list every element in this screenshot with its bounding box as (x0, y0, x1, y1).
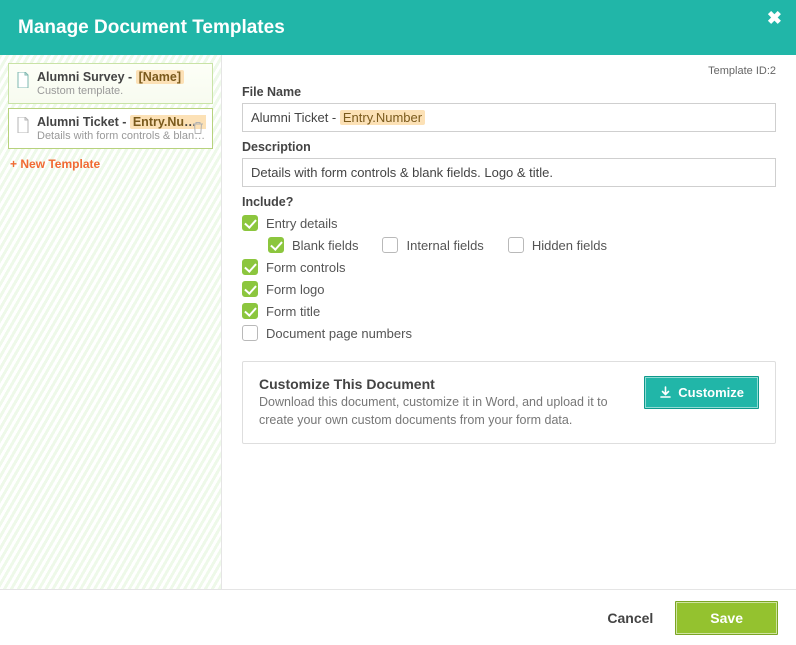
download-icon (659, 386, 672, 399)
main-panel: Template ID:2 File Name Alumni Ticket - … (222, 55, 796, 589)
template-item[interactable]: Alumni Ticket - Entry.Numb... Details wi… (8, 108, 213, 149)
close-icon[interactable]: ✖ (767, 8, 782, 29)
checkbox-entry-details[interactable] (242, 215, 258, 231)
file-name-input[interactable]: Alumni Ticket - Entry.Number (242, 103, 776, 132)
checkbox-blank-fields-label: Blank fields (292, 238, 358, 253)
checkbox-internal-fields-label: Internal fields (406, 238, 483, 253)
checkbox-hidden-fields[interactable] (508, 237, 524, 253)
checkbox-form-title[interactable] (242, 303, 258, 319)
checkbox-blank-fields[interactable] (268, 237, 284, 253)
template-item-subtitle: Details with form controls & blank fie..… (37, 130, 206, 142)
dialog-body: Alumni Survey - [Name] Custom template. … (0, 55, 796, 589)
template-sidebar: Alumni Survey - [Name] Custom template. … (0, 55, 222, 589)
template-item-subtitle: Custom template. (37, 85, 206, 97)
checkbox-row-form-title: Form title (242, 303, 776, 319)
customize-button[interactable]: Customize (644, 376, 759, 409)
dialog-footer: Cancel Save (0, 589, 796, 645)
description-label: Description (242, 140, 776, 154)
new-template-label: New Template (20, 157, 100, 171)
template-item-title: Alumni Ticket - Entry.Numb... (37, 115, 206, 129)
checkbox-form-logo-label: Form logo (266, 282, 325, 297)
checkbox-form-logo[interactable] (242, 281, 258, 297)
checkbox-form-controls-label: Form controls (266, 260, 345, 275)
checkbox-hidden-fields-label: Hidden fields (532, 238, 607, 253)
file-name-label: File Name (242, 85, 776, 99)
checkbox-entry-details-label: Entry details (266, 216, 338, 231)
customize-title: Customize This Document (259, 376, 630, 392)
delete-icon[interactable] (192, 121, 204, 135)
checkbox-page-numbers[interactable] (242, 325, 258, 341)
dialog-header: Manage Document Templates ✖ (0, 0, 796, 55)
customize-button-label: Customize (678, 385, 744, 400)
include-label: Include? (242, 195, 776, 209)
customize-text: Customize This Document Download this do… (259, 376, 630, 429)
template-item[interactable]: Alumni Survey - [Name] Custom template. (8, 63, 213, 104)
dialog-title: Manage Document Templates (18, 17, 285, 39)
checkbox-form-controls[interactable] (242, 259, 258, 275)
plus-icon: + (10, 157, 17, 171)
cancel-button[interactable]: Cancel (603, 602, 657, 634)
new-template-button[interactable]: + New Template (8, 153, 213, 175)
customize-description: Download this document, customize it in … (259, 394, 630, 429)
checkbox-row-entry-details: Entry details (242, 215, 776, 231)
save-button[interactable]: Save (675, 601, 778, 635)
include-options: Entry details Blank fields Internal fiel… (242, 215, 776, 341)
checkbox-subrow: Blank fields Internal fields Hidden fiel… (268, 237, 776, 253)
document-icon (16, 117, 30, 133)
document-icon (16, 72, 30, 88)
checkbox-row-page-numbers: Document page numbers (242, 325, 776, 341)
dialog: Manage Document Templates ✖ Alumni Surve… (0, 0, 796, 645)
checkbox-row-form-logo: Form logo (242, 281, 776, 297)
template-id-display: Template ID:2 (242, 65, 776, 77)
checkbox-page-numbers-label: Document page numbers (266, 326, 412, 341)
checkbox-form-title-label: Form title (266, 304, 320, 319)
checkbox-internal-fields[interactable] (382, 237, 398, 253)
template-item-title: Alumni Survey - [Name] (37, 70, 206, 84)
description-input[interactable]: Details with form controls & blank field… (242, 158, 776, 187)
customize-panel: Customize This Document Download this do… (242, 361, 776, 444)
checkbox-row-form-controls: Form controls (242, 259, 776, 275)
